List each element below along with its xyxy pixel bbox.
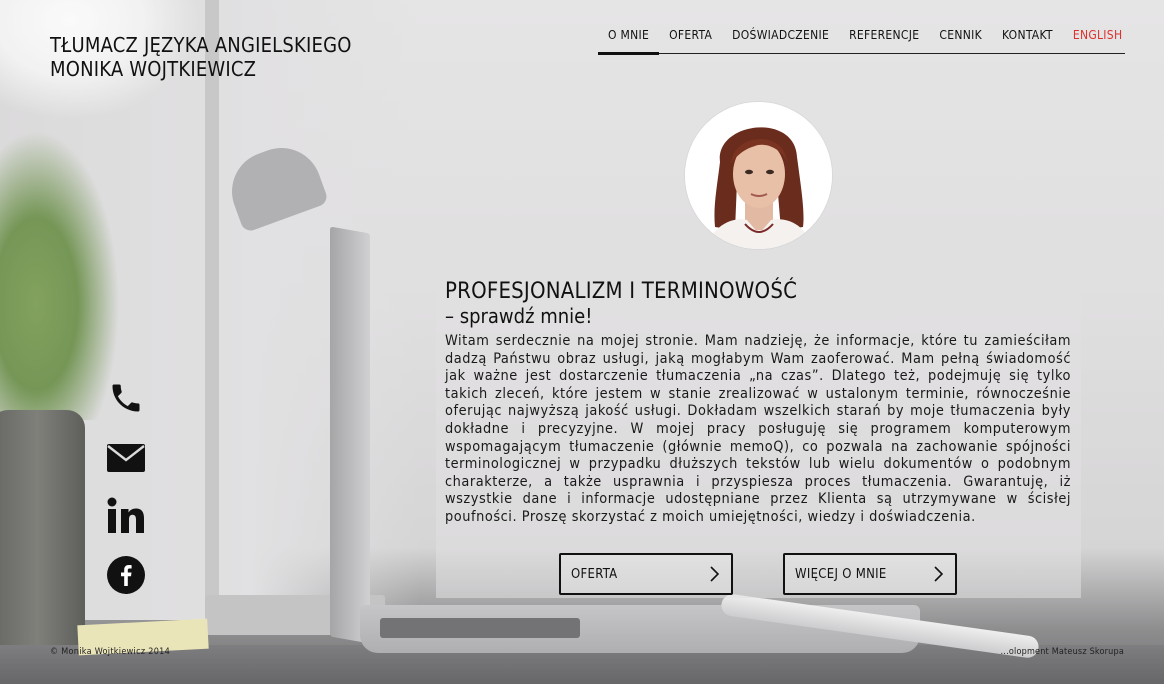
more-about-me-button[interactable]: WIĘCEJ O MNIE xyxy=(783,553,957,595)
intro-text: Witam serdecznie na mojej stronie. Mam n… xyxy=(445,333,1071,525)
nav-item-doswiadczenie[interactable]: DOŚWIADCZENIE xyxy=(722,22,839,54)
nav-item-referencje[interactable]: REFERENCJE xyxy=(839,22,929,54)
site-title-line2: MONIKA WOJTKIEWICZ xyxy=(50,57,257,81)
profile-photo xyxy=(685,102,832,249)
phone-icon[interactable] xyxy=(106,378,146,418)
linkedin-icon[interactable] xyxy=(106,496,146,536)
footer-credit[interactable]: ...olopment Mateusz Skorupa xyxy=(1001,647,1124,657)
nav-item-o-mnie[interactable]: O MNIE xyxy=(598,22,660,55)
facebook-icon[interactable] xyxy=(106,555,146,595)
page-title: PROFESJONALIZM I TERMINOWOŚĆ xyxy=(445,279,798,304)
site-title[interactable]: TŁUMACZ JĘZYKA ANGIELSKIEGO MONIKA WOJTK… xyxy=(50,33,352,81)
nav-item-oferta[interactable]: OFERTA xyxy=(659,22,722,54)
nav-item-cennik[interactable]: CENNIK xyxy=(929,22,992,54)
nav-item-english[interactable]: ENGLISH xyxy=(1063,22,1133,54)
site-title-line1: TŁUMACZ JĘZYKA ANGIELSKIEGO xyxy=(50,33,352,57)
more-about-me-button-label: WIĘCEJ O MNIE xyxy=(795,566,887,582)
chevron-right-icon xyxy=(710,566,719,582)
intro-heading: PROFESJONALIZM I TERMINOWOŚĆ – sprawdź m… xyxy=(445,279,1075,328)
oferta-button-label: OFERTA xyxy=(571,566,618,582)
mail-icon[interactable] xyxy=(106,438,146,478)
oferta-button[interactable]: OFERTA xyxy=(559,553,733,595)
page-subtitle: – sprawdź mnie! xyxy=(445,304,593,328)
chevron-right-icon xyxy=(934,566,943,582)
footer-copyright: © Monika Wojtkiewicz 2014 xyxy=(50,647,171,657)
nav-item-kontakt[interactable]: KONTAKT xyxy=(992,22,1063,54)
main-nav: O MNIE OFERTA DOŚWIADCZENIE REFERENCJE C… xyxy=(598,22,1125,55)
